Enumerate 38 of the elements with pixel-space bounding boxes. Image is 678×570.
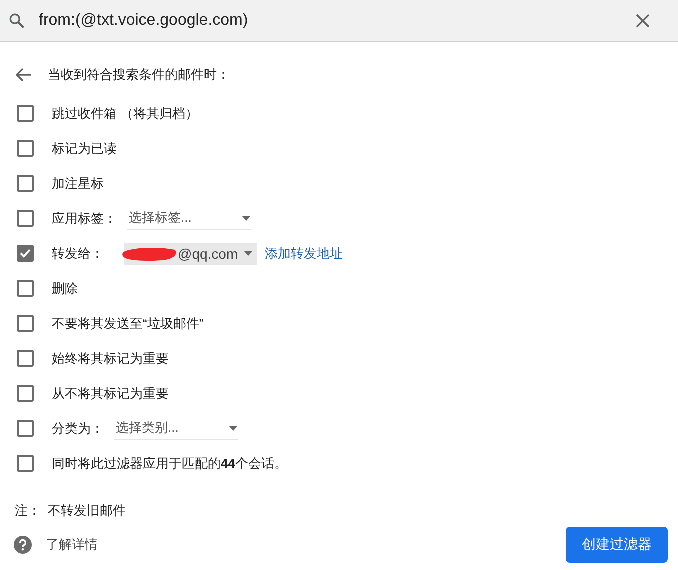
option-label: 转发给： (52, 244, 104, 262)
checkbox[interactable] (17, 315, 34, 332)
dropdown-caret-icon (244, 251, 254, 256)
checkbox[interactable] (17, 105, 34, 122)
checkbox[interactable] (17, 140, 34, 157)
checkbox[interactable] (17, 350, 34, 367)
option-label: 同时将此过滤器应用于匹配的44个会话。 (52, 454, 288, 472)
note-text: 注： 不转发旧邮件 (14, 502, 128, 520)
learn-more-link[interactable]: 了解详情 (46, 536, 98, 554)
checkmark-icon (20, 249, 31, 258)
create-filter-button[interactable]: 创建过滤器 (566, 527, 668, 563)
label-dropdown[interactable]: 选择类别... (114, 418, 238, 440)
option-label: 不要将其发送至“垃圾邮件” (52, 314, 204, 332)
add-forwarding-address-link[interactable]: 添加转发地址 (265, 244, 344, 262)
checkbox[interactable] (17, 420, 34, 437)
option-label: 标记为已读 (52, 140, 117, 158)
checkbox[interactable] (17, 245, 34, 262)
option-label: 从不将其标记为重要 (52, 384, 169, 402)
heading-text: 当收到符合搜索条件的邮件时： (48, 66, 230, 84)
checkbox[interactable] (17, 280, 34, 297)
back-arrow-icon[interactable] (16, 68, 32, 82)
option-label: 始终将其标记为重要 (52, 350, 169, 368)
address-dropdown[interactable]: @qq.com (124, 242, 258, 264)
option-label: 应用标签： (52, 210, 117, 228)
option-label: 分类为： (52, 420, 104, 438)
option-label: 删除 (52, 280, 78, 298)
label-dropdown[interactable]: 选择标签... (127, 208, 251, 230)
dropdown-caret-icon (242, 216, 251, 220)
checkbox[interactable] (17, 385, 34, 402)
help-icon[interactable] (14, 536, 32, 554)
checkbox[interactable] (17, 455, 34, 472)
option-label: 加注星标 (52, 174, 104, 192)
search-icon[interactable] (8, 12, 26, 30)
checkbox[interactable] (17, 175, 34, 192)
close-icon[interactable] (636, 14, 650, 28)
checkbox[interactable] (17, 210, 34, 227)
dropdown-caret-icon (229, 426, 238, 430)
option-label: 跳过收件箱 （将其归档） (52, 104, 199, 122)
